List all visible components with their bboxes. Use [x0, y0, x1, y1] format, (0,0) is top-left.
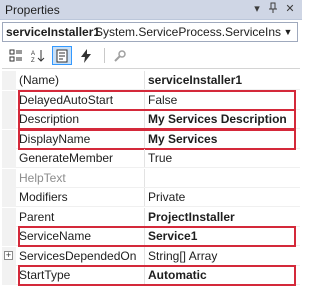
- property-row[interactable]: Parent ProjectInstaller: [2, 207, 300, 227]
- object-type: System.ServiceProcess.ServiceInst: [95, 25, 285, 39]
- properties-toolbar: AZ: [0, 44, 302, 68]
- property-pages-icon[interactable]: [110, 46, 130, 65]
- property-name: ServiceName: [19, 229, 92, 243]
- property-value[interactable]: [148, 169, 298, 188]
- events-icon[interactable]: [76, 46, 96, 65]
- row-gutter: [2, 110, 16, 129]
- property-row[interactable]: GenerateMember True: [2, 149, 300, 168]
- property-value[interactable]: My Services: [148, 130, 298, 149]
- categorized-icon[interactable]: [6, 46, 26, 65]
- property-value[interactable]: ProjectInstaller: [148, 208, 298, 227]
- properties-icon[interactable]: [52, 46, 72, 65]
- column-divider: [144, 188, 145, 207]
- object-selector-dropdown[interactable]: serviceInstaller1 System.ServiceProcess.…: [2, 22, 298, 42]
- property-row[interactable]: ServiceName Service1: [2, 227, 300, 246]
- column-divider: [144, 90, 145, 110]
- property-value[interactable]: Private: [148, 188, 298, 207]
- alphabetical-icon[interactable]: AZ: [28, 46, 48, 65]
- toolbar-separator: [104, 48, 105, 63]
- expand-icon[interactable]: +: [4, 250, 13, 260]
- column-divider: [144, 246, 145, 266]
- chevron-down-icon[interactable]: ▼: [281, 24, 295, 40]
- property-row[interactable]: HelpText: [2, 168, 300, 188]
- property-name: ServicesDependedOn: [19, 248, 137, 263]
- property-value[interactable]: serviceInstaller1: [148, 71, 298, 90]
- svg-text:Z: Z: [31, 58, 35, 63]
- property-value[interactable]: Service1: [148, 227, 298, 246]
- row-gutter: [2, 71, 16, 90]
- property-value[interactable]: True: [148, 149, 298, 168]
- property-name: StartType: [19, 268, 71, 282]
- property-row[interactable]: Description My Services Description: [2, 110, 300, 129]
- properties-window-titlebar: Properties ▾ ✕: [0, 0, 302, 20]
- svg-text:A: A: [31, 51, 35, 57]
- row-gutter: [2, 266, 16, 285]
- property-name: Modifiers: [19, 190, 68, 204]
- window-title: Properties: [5, 3, 60, 17]
- object-name: serviceInstaller1: [6, 25, 101, 39]
- close-icon[interactable]: ✕: [283, 2, 297, 16]
- column-divider: [144, 129, 145, 149]
- column-divider: [144, 149, 145, 168]
- row-gutter: [2, 227, 16, 246]
- column-divider: [144, 266, 145, 285]
- property-name: Description: [19, 112, 80, 126]
- property-name: HelpText: [19, 170, 66, 185]
- dropdown-arrow-icon[interactable]: ▾: [250, 2, 264, 16]
- property-value[interactable]: My Services Description: [148, 110, 298, 129]
- column-divider: [144, 207, 145, 227]
- column-divider: [144, 71, 145, 90]
- row-gutter: [2, 188, 16, 207]
- property-row[interactable]: DisplayName My Services: [2, 129, 300, 149]
- property-name: DisplayName: [19, 131, 91, 146]
- property-grid: (Name) serviceInstaller1 DelayedAutoStart F…: [2, 68, 300, 286]
- row-gutter: [2, 90, 16, 110]
- column-divider: [144, 110, 145, 129]
- row-gutter: [2, 168, 16, 188]
- property-value[interactable]: Automatic: [148, 266, 298, 285]
- pin-icon[interactable]: [266, 2, 280, 18]
- row-gutter: [2, 129, 16, 149]
- row-gutter: [2, 207, 16, 227]
- column-divider: [144, 168, 145, 188]
- property-row[interactable]: DelayedAutoStart False: [2, 90, 300, 110]
- property-name: (Name): [19, 73, 60, 87]
- property-name: DelayedAutoStart: [19, 92, 114, 107]
- property-row[interactable]: Modifiers Private: [2, 188, 300, 207]
- property-row[interactable]: (Name) serviceInstaller1: [2, 71, 300, 90]
- column-divider: [144, 227, 145, 246]
- row-separator: [16, 284, 300, 285]
- property-row[interactable]: + ServicesDependedOn String[] Array: [2, 246, 300, 266]
- property-row[interactable]: StartType Automatic: [2, 266, 300, 285]
- property-value[interactable]: String[] Array: [148, 247, 298, 266]
- property-name: GenerateMember: [19, 151, 114, 165]
- row-gutter: [2, 149, 16, 168]
- property-value[interactable]: False: [148, 91, 298, 110]
- property-name: Parent: [19, 209, 55, 224]
